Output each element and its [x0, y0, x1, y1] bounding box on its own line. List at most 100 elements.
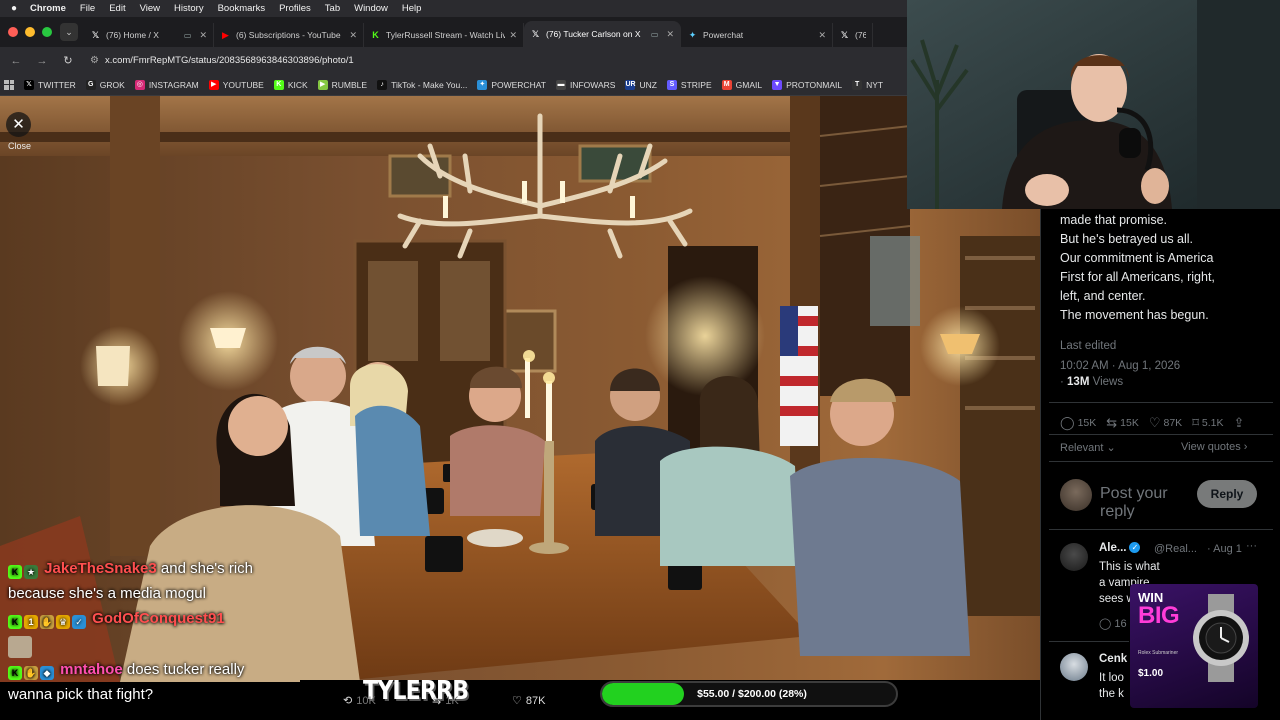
menu-profiles[interactable]: Profiles: [279, 3, 311, 14]
minimize-window-button[interactable]: [25, 27, 35, 37]
close-photo-button[interactable]: ✕: [6, 112, 31, 137]
comment-handle[interactable]: @Real...: [1154, 543, 1197, 555]
avatar[interactable]: [1060, 543, 1088, 571]
bookmark-item[interactable]: S STRIPE: [666, 79, 712, 90]
browser-tab[interactable]: ▶ (6) Subscriptions - YouTube ✕: [214, 23, 364, 47]
bookmark-item[interactable]: ▬ INFOWARS: [555, 79, 615, 90]
bookmark-item[interactable]: K KICK: [273, 79, 308, 90]
window-controls: [0, 27, 60, 37]
chat-username[interactable]: JakeTheSnake3: [44, 560, 157, 577]
site-info-icon[interactable]: ⚙: [90, 55, 99, 66]
back-arrow-icon[interactable]: ←: [8, 55, 24, 67]
reply-button[interactable]: Reply: [1197, 480, 1257, 508]
last-edited-link[interactable]: Last edited: [1060, 340, 1116, 352]
bookmark-label: KICK: [287, 79, 308, 90]
bookmark-item[interactable]: 𝕏 TWITTER: [24, 79, 76, 90]
browser-tab[interactable]: 𝕏 (76) Home / X ▭ ✕: [84, 23, 214, 47]
reply-input[interactable]: Post your reply: [1100, 485, 1195, 519]
divider: [1049, 529, 1273, 530]
browser-tab[interactable]: ✦ Powerchat ✕: [681, 23, 833, 47]
menu-help[interactable]: Help: [402, 3, 422, 14]
chat-username[interactable]: mntahoe: [60, 661, 123, 678]
powerchat-icon: ✦: [688, 29, 697, 40]
browser-tab[interactable]: 𝕏 (76: [833, 23, 873, 47]
watch-image: [1193, 594, 1249, 682]
tab-title: (6) Subscriptions - YouTube: [236, 30, 341, 40]
address-bar-url[interactable]: x.com/FmrRepMTG/status/20835689638463038…: [105, 55, 354, 66]
x-logo-icon: 𝕏: [531, 28, 540, 39]
bookmark-favicon-icon: T: [852, 79, 863, 90]
bookmark-item[interactable]: UR UNZ: [625, 79, 657, 90]
close-tab-icon[interactable]: ✕: [666, 29, 674, 40]
comment-author-name[interactable]: Ale... ✓: [1099, 542, 1143, 554]
browser-tab[interactable]: 𝕏 (76) Tucker Carlson on X ▭ ✕: [524, 21, 681, 47]
sort-replies-dropdown[interactable]: Relevant ⌄: [1060, 441, 1116, 454]
avatar[interactable]: [1060, 653, 1088, 681]
menu-tab[interactable]: Tab: [325, 3, 340, 14]
bookmark-item[interactable]: ♪ TikTok - Make You...: [377, 79, 467, 90]
forward-arrow-icon[interactable]: →: [34, 55, 50, 67]
bookmark-item[interactable]: M GMAIL: [721, 79, 762, 90]
bookmark-favicon-icon: ♪: [377, 79, 388, 90]
close-tab-icon[interactable]: ✕: [349, 30, 357, 41]
browser-tab[interactable]: K TylerRussell Stream - Watch Live ✕: [364, 23, 524, 47]
bookmark-list: 𝕏 TWITTER G GROK ◎ INSTAGRAM ▶ YOUTUBE K KICK ▶ RUM…: [24, 79, 893, 90]
more-options-icon[interactable]: ···: [1246, 540, 1257, 552]
repost-action[interactable]: ⇆ 15K: [1106, 415, 1139, 431]
menu-window[interactable]: Window: [354, 3, 388, 14]
bookmark-item[interactable]: ▶ YOUTUBE: [208, 79, 264, 90]
tab-search-chevron-icon[interactable]: ⌄: [60, 23, 78, 41]
bookmark-favicon-icon: ▼: [772, 79, 783, 90]
close-window-button[interactable]: [8, 27, 18, 37]
reply-action[interactable]: ◯ 15K: [1060, 415, 1096, 431]
bookmark-favicon-icon: ◎: [134, 79, 145, 90]
menu-file[interactable]: File: [80, 3, 95, 14]
giveaway-ad-overlay[interactable]: WIN BIG Rolex Submariner $1.00: [1130, 584, 1258, 708]
reply-icon: ◯: [1099, 618, 1112, 630]
tab-audio-icon[interactable]: ▭: [184, 31, 192, 40]
kick-badge-icon: K: [8, 565, 22, 579]
bookmark-favicon-icon: G: [85, 79, 96, 90]
post-text-line: Our commitment is America: [1060, 251, 1214, 265]
divider: [1049, 461, 1273, 462]
divider: [1049, 402, 1273, 403]
bookmark-item[interactable]: ▼ PROTONMAIL: [772, 79, 842, 90]
bookmark-item[interactable]: ✦ POWERCHAT: [477, 79, 546, 90]
menu-edit[interactable]: Edit: [109, 3, 125, 14]
views-count: · 13M Views: [1060, 376, 1124, 388]
tab-audio-icon[interactable]: ▭: [651, 30, 659, 39]
bookmark-item[interactable]: ◎ INSTAGRAM: [134, 79, 199, 90]
view-quotes-link[interactable]: View quotes ›: [1181, 441, 1247, 453]
share-action[interactable]: ⇪: [1233, 415, 1244, 431]
chat-username[interactable]: GodOfConquest91: [92, 610, 225, 627]
repost-icon: ⇆: [1106, 415, 1118, 430]
menu-view[interactable]: View: [140, 3, 160, 14]
comment-date[interactable]: · Aug 1: [1207, 543, 1242, 555]
menu-app-name[interactable]: Chrome: [30, 3, 66, 14]
chat-emote-image: [8, 636, 32, 658]
chevron-right-icon: ›: [1243, 441, 1248, 453]
comment-author-name[interactable]: Cenk: [1099, 653, 1127, 665]
menu-history[interactable]: History: [174, 3, 204, 14]
bookmark-action[interactable]: ⌑ 5.1K: [1192, 415, 1223, 431]
bookmark-item[interactable]: ▶ RUMBLE: [317, 79, 367, 90]
post-actions: ◯ 15K ⇆ 15K ♡ 87K ⌑ 5.1K ⇪: [1060, 415, 1244, 431]
apple-icon[interactable]: ●: [8, 3, 20, 14]
reload-icon[interactable]: ↻: [60, 54, 76, 67]
bookmark-icon: ⌑: [1192, 415, 1199, 430]
like-action[interactable]: ♡ 87K: [1149, 415, 1182, 431]
close-tab-icon[interactable]: ✕: [509, 30, 517, 41]
bookmark-favicon-icon: ▶: [317, 79, 328, 90]
apps-grid-icon[interactable]: [4, 79, 14, 90]
post-timestamp[interactable]: 10:02 AM · Aug 1, 2026: [1060, 360, 1180, 372]
bookmark-item[interactable]: G GROK: [85, 79, 125, 90]
close-tab-icon[interactable]: ✕: [199, 30, 207, 41]
comment-reply-action[interactable]: ◯ 16: [1099, 617, 1127, 630]
close-tab-icon[interactable]: ✕: [818, 30, 826, 41]
zoom-window-button[interactable]: [42, 27, 52, 37]
tab-title: (76) Home / X: [106, 30, 159, 40]
reply-icon: ◯: [1060, 415, 1075, 430]
avatar[interactable]: [1060, 479, 1092, 511]
bookmark-item[interactable]: T NYT: [852, 79, 883, 90]
menu-bookmarks[interactable]: Bookmarks: [218, 3, 266, 14]
